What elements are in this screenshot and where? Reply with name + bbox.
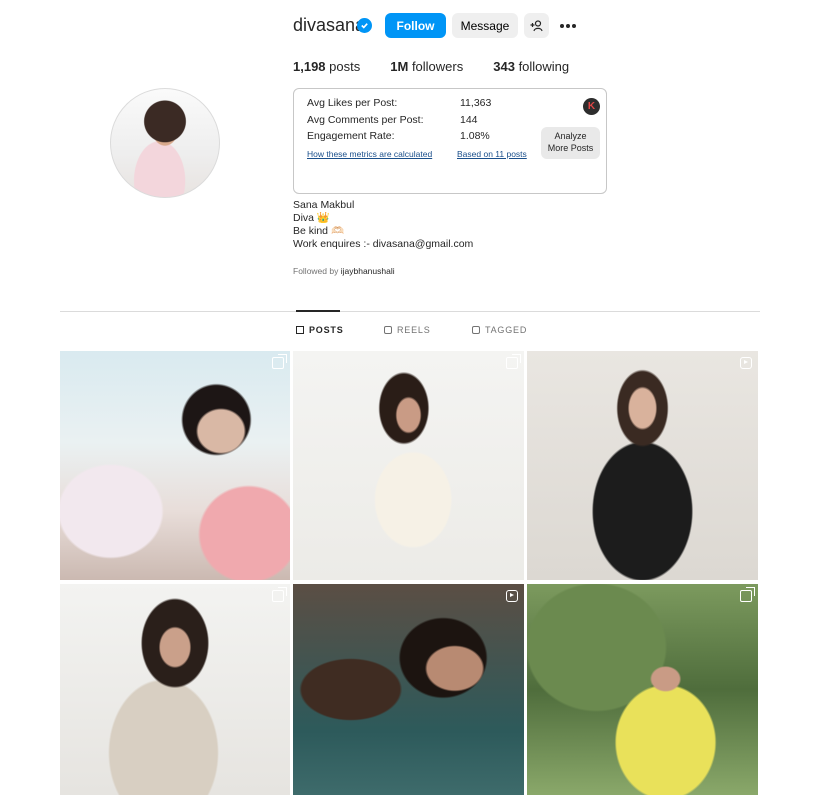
metric-value: 1.08% bbox=[460, 130, 490, 142]
metric-label: Avg Comments per Post: bbox=[307, 114, 424, 126]
metrics-how-link[interactable]: How these metrics are calculated bbox=[307, 149, 432, 159]
following-count[interactable]: 343 following bbox=[493, 59, 569, 74]
analyze-label-1: Analyze bbox=[554, 131, 587, 141]
tab-posts[interactable]: POSTS bbox=[296, 325, 344, 335]
followers-count[interactable]: 1M followers bbox=[390, 59, 463, 74]
extension-logo-icon: K bbox=[583, 98, 600, 115]
tab-reels[interactable]: REELS bbox=[384, 325, 431, 335]
metric-label: Engagement Rate: bbox=[307, 130, 395, 142]
message-button[interactable]: Message bbox=[452, 13, 518, 38]
active-tab-indicator bbox=[296, 310, 340, 312]
username: divasana bbox=[293, 15, 366, 35]
carousel-icon bbox=[506, 354, 521, 369]
add-user-button[interactable] bbox=[524, 13, 549, 38]
tabs-divider bbox=[60, 311, 760, 312]
carousel-icon bbox=[272, 354, 287, 369]
tagged-icon bbox=[472, 326, 480, 334]
reels-icon bbox=[384, 326, 392, 334]
more-icon bbox=[560, 23, 564, 28]
profile-stats: 1,198 posts 1M followers 343 following bbox=[293, 59, 599, 74]
metric-value: 11,363 bbox=[460, 97, 492, 109]
analyze-more-posts-button[interactable]: Analyze More Posts bbox=[541, 127, 600, 159]
metric-label: Avg Likes per Post: bbox=[307, 97, 398, 109]
post-tile[interactable] bbox=[293, 351, 524, 580]
bio-line: Work enquires :- divasana@gmail.com bbox=[293, 238, 474, 250]
post-tile[interactable] bbox=[527, 584, 758, 795]
verified-badge-icon bbox=[357, 18, 372, 33]
add-user-icon bbox=[530, 19, 543, 31]
follow-button[interactable]: Follow bbox=[385, 13, 446, 38]
grid-icon bbox=[296, 326, 304, 334]
avatar[interactable] bbox=[110, 88, 220, 198]
post-tile[interactable] bbox=[527, 351, 758, 580]
carousel-icon bbox=[272, 587, 287, 602]
reel-icon bbox=[740, 357, 752, 369]
tab-tagged[interactable]: TAGGED bbox=[472, 325, 527, 335]
bio-line: Be kind 🫶🏻 bbox=[293, 225, 345, 237]
post-tile[interactable] bbox=[293, 584, 524, 795]
metrics-based-link[interactable]: Based on 11 posts bbox=[457, 149, 527, 159]
metric-value: 144 bbox=[460, 114, 478, 126]
post-tile[interactable] bbox=[60, 584, 290, 795]
metrics-panel: Avg Likes per Post: 11,363 Avg Comments … bbox=[293, 88, 607, 194]
bio: Sana Makbul Diva 👑 Be kind 🫶🏻 Work enqui… bbox=[293, 199, 473, 251]
bio-line: Diva 👑 bbox=[293, 212, 330, 224]
analyze-label-2: More Posts bbox=[547, 143, 594, 153]
followed-by-user-link[interactable]: ijaybhanushali bbox=[341, 266, 395, 276]
full-name: Sana Makbul bbox=[293, 199, 355, 211]
more-options-button[interactable] bbox=[557, 13, 579, 38]
followed-by: Followed by ijaybhanushali bbox=[293, 266, 395, 276]
posts-count: 1,198 posts bbox=[293, 59, 361, 74]
post-tile[interactable] bbox=[60, 351, 290, 580]
carousel-icon bbox=[740, 587, 755, 602]
reel-icon bbox=[506, 590, 518, 602]
